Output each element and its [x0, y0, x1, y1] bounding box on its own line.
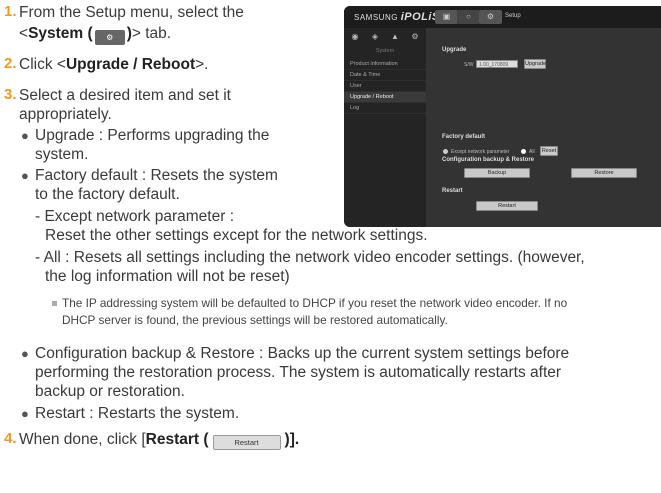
step-4-line: When done, click [Restart (Restart)]. [19, 430, 299, 450]
content-panel: Upgrade S/W 1.00_170809 Upgrade Factory … [426, 28, 661, 227]
step-1-tab-suffix: > tab. [131, 25, 172, 42]
event-icon[interactable]: ▲ [388, 31, 402, 43]
config-title: Configuration backup & Restore [442, 157, 535, 163]
step-2-number: 2. [4, 55, 17, 72]
step-1-line-1: From the Setup menu, select the [19, 4, 244, 21]
bullet-backup-line-1: Configuration backup & Restore : Backs u… [35, 345, 570, 362]
restart-button[interactable]: Restart [476, 201, 538, 211]
restart-inline-button: Restart [212, 435, 281, 450]
sidebar-item-user[interactable]: User [344, 81, 426, 92]
gear-icon[interactable]: ⚙ [479, 10, 502, 24]
except-network-label: Except network parameter [451, 149, 510, 155]
bullet-backup-line-3: backup or restoration. [35, 383, 185, 400]
upgrade-button[interactable]: Upgrade [524, 59, 546, 69]
bullet-dot: ● [21, 168, 29, 183]
step-2-menu-label: Upgrade / Reboot [65, 56, 196, 73]
step-3-line-1: Select a desired item and set it [19, 87, 231, 104]
step-4-number: 4. [4, 430, 17, 447]
backup-button[interactable]: Backup [464, 168, 530, 178]
sw-version-field[interactable]: 1.00_170809 [476, 60, 518, 68]
top-bar: SAMSUNG iPOLiS ▣ ○ ⚙ Setup [344, 6, 661, 28]
system-icon[interactable]: ⚙ [408, 31, 422, 43]
bullet-upgrade-line-2: system. [35, 146, 89, 163]
step-4-restart-label: Restart ( [145, 431, 209, 448]
step-1-line-2: <System (⚙)> tab. [19, 24, 171, 45]
upgrade-title: Upgrade [442, 47, 467, 53]
sidebar-item-product-information[interactable]: Product information [344, 59, 426, 70]
network-icon[interactable]: ◈ [368, 31, 382, 43]
sw-label: S/W [464, 62, 474, 68]
sidebar-item-log[interactable]: Log [344, 103, 426, 114]
step-2-post: >. [195, 56, 209, 73]
except-line-1: - Except network parameter : [35, 208, 234, 225]
except-line-2: Reset the other settings except for the … [45, 227, 428, 244]
restore-button[interactable]: Restore [571, 168, 637, 178]
bullet-factory-line-2: to the factory default. [35, 186, 180, 203]
monitor-icon[interactable]: ▣ [435, 10, 458, 24]
step-3-number: 3. [4, 86, 17, 103]
step-2-pre: Click < [19, 56, 66, 73]
sidebar-item-date-time[interactable]: Date & Time [344, 70, 426, 81]
factory-default-title: Factory default [442, 134, 486, 140]
except-radio[interactable] [443, 149, 448, 154]
sidebar-item-upgrade-reboot[interactable]: Upgrade / Reboot [344, 92, 426, 103]
sidebar-subtitle: System [375, 48, 395, 54]
step-1-system-label: System ( [28, 25, 93, 42]
step-1-number: 1. [4, 3, 17, 20]
bullet-restart-line: Restart : Restarts the system. [35, 405, 240, 422]
ipolis-logo: iPOLiS [400, 11, 440, 23]
brand-logo: SAMSUNG iPOLiS [354, 11, 440, 23]
bullet-dot: ● [21, 346, 29, 361]
all-line-1: - All : Resets all settings including th… [35, 249, 585, 266]
bullet-backup-line-2: performing the restoration process. The … [35, 364, 562, 381]
note-marker [52, 301, 57, 306]
note-line-2: DHCP server is found, the previous setti… [62, 313, 448, 327]
step-4-pre: When done, click [ [19, 431, 146, 448]
note-line-1: The IP addressing system will be default… [62, 296, 568, 310]
all-label: All [529, 149, 535, 155]
circle-icon[interactable]: ○ [457, 10, 480, 24]
bullet-factory-line-1: Factory default : Resets the system [35, 167, 278, 184]
all-line-2: the log information will not be reset) [45, 268, 290, 285]
sidebar: ◉ ◈ ▲ ⚙ System Product information Date … [344, 28, 426, 227]
video-icon[interactable]: ◉ [348, 31, 362, 43]
step-1-lt: < [19, 25, 29, 42]
setup-label: Setup [505, 13, 521, 19]
setup-screenshot: SAMSUNG iPOLiS ▣ ○ ⚙ Setup ◉ ◈ ▲ ⚙ Syste… [344, 6, 661, 227]
bullet-dot: ● [21, 128, 29, 143]
gear-tab-icon: ⚙ [94, 30, 125, 45]
all-radio[interactable] [521, 149, 526, 154]
step-3-line-2: appropriately. [19, 106, 112, 123]
restart-title: Restart [442, 188, 463, 194]
bullet-upgrade-line-1: Upgrade : Performs upgrading the [35, 127, 270, 144]
step-4-post: )]. [284, 431, 300, 448]
brand-name: SAMSUNG [354, 13, 398, 22]
step-2-line: Click <Upgrade / Reboot>. [19, 55, 208, 74]
reset-button[interactable]: Reset [540, 146, 558, 156]
bullet-dot: ● [21, 406, 29, 421]
